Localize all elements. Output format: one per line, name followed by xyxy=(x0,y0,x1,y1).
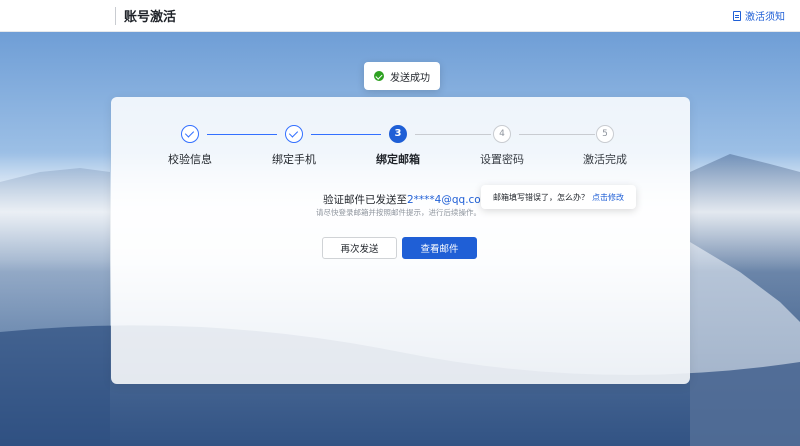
page-title: 账号激活 xyxy=(124,10,177,25)
step-activation-complete: 5 激活完成 xyxy=(565,125,645,167)
step-bind-email: 3 绑定邮箱 xyxy=(358,125,438,167)
tooltip-text: 邮箱填写错误了，怎么办？ xyxy=(493,192,589,202)
step-label: 绑定手机 xyxy=(272,153,316,166)
resend-button[interactable]: 再次发送 xyxy=(322,237,397,259)
email-tooltip: 邮箱填写错误了，怎么办？ 点击修改 xyxy=(481,185,636,209)
step-label: 激活完成 xyxy=(583,153,627,166)
success-check-icon xyxy=(374,71,384,81)
view-mail-button[interactable]: 查看邮件 xyxy=(402,237,477,259)
activation-notice-label: 激活须知 xyxy=(745,12,785,23)
check-icon xyxy=(285,125,303,143)
activation-notice-link[interactable]: 激活须知 xyxy=(733,8,785,23)
step-label: 设置密码 xyxy=(480,153,524,166)
modify-email-link[interactable]: 点击修改 xyxy=(592,192,624,203)
check-icon xyxy=(181,125,199,143)
message-prefix: 验证邮件已发送至 xyxy=(323,194,407,206)
success-toast: 发送成功 xyxy=(364,62,440,90)
step-number: 5 xyxy=(596,125,614,143)
step-number: 4 xyxy=(493,125,511,143)
toast-text: 发送成功 xyxy=(390,72,430,84)
document-icon xyxy=(733,10,741,21)
email-address: 2****4@qq.com xyxy=(407,194,491,206)
hint-text: 请尽快登录邮箱并按照邮件提示，进行后续操作。 xyxy=(316,208,481,217)
step-label: 绑定邮箱 xyxy=(376,153,420,166)
step-bind-phone: 绑定手机 xyxy=(254,125,334,167)
top-bar: 账号激活 激活须知 xyxy=(0,0,800,32)
header-divider xyxy=(115,7,116,25)
step-verify-info: 校验信息 xyxy=(150,125,230,167)
step-progress: 校验信息 绑定手机 3 绑定邮箱 4 设置密码 5 激活完成 xyxy=(111,125,690,175)
step-label: 校验信息 xyxy=(168,153,212,166)
activation-card: 校验信息 绑定手机 3 绑定邮箱 4 设置密码 5 激活完成 验证邮件已发送至2… xyxy=(111,97,690,384)
step-set-password: 4 设置密码 xyxy=(462,125,542,167)
email-sent-message: 验证邮件已发送至2****4@qq.com i xyxy=(323,192,506,207)
step-number: 3 xyxy=(389,125,407,143)
